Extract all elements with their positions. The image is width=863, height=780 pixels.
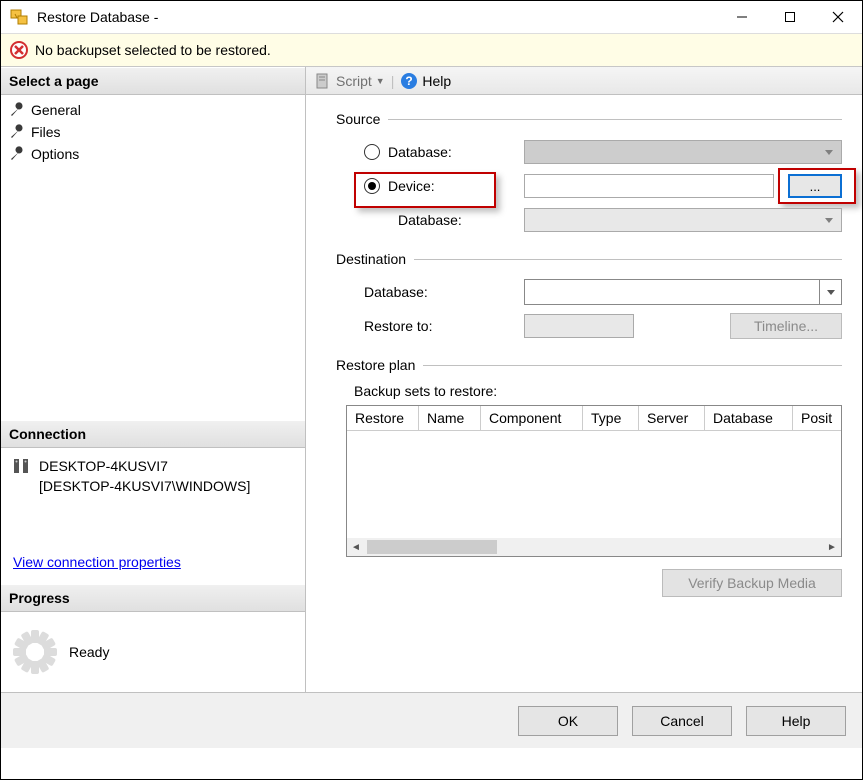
scroll-left-icon[interactable]: ◄ xyxy=(347,538,365,556)
destination-database-dropdown[interactable] xyxy=(524,279,842,305)
wrench-icon xyxy=(9,102,25,118)
page-list: General Files Options xyxy=(1,95,305,169)
script-label: Script xyxy=(336,73,372,89)
maximize-button[interactable] xyxy=(766,1,814,34)
wrench-icon xyxy=(9,146,25,162)
warning-text: No backupset selected to be restored. xyxy=(35,42,271,58)
svg-text:?: ? xyxy=(406,74,413,88)
server-icon xyxy=(11,456,31,476)
highlight-box xyxy=(354,172,496,208)
wrench-icon xyxy=(9,124,25,140)
help-button[interactable]: Help xyxy=(746,706,846,736)
grid-header-row: Restore Name Component Type Server Datab… xyxy=(347,406,841,431)
close-button[interactable] xyxy=(814,1,862,34)
restore-plan-group-label: Restore plan xyxy=(336,357,415,373)
script-icon xyxy=(314,72,332,90)
page-label: Files xyxy=(31,124,61,140)
page-label: General xyxy=(31,102,81,118)
divider xyxy=(414,259,842,260)
column-header[interactable]: Server xyxy=(639,406,705,431)
source-database-label: Database: xyxy=(388,144,452,160)
divider xyxy=(423,365,842,366)
destination-group-label: Destination xyxy=(336,251,406,267)
help-icon: ? xyxy=(400,72,418,90)
chevron-down-icon: ▼ xyxy=(376,76,385,86)
spinner-icon xyxy=(13,630,57,674)
grid-body xyxy=(347,431,841,538)
divider xyxy=(388,119,842,120)
view-connection-properties-link[interactable]: View connection properties xyxy=(13,554,181,570)
window-controls xyxy=(718,1,862,34)
backup-sets-grid[interactable]: Restore Name Component Type Server Datab… xyxy=(346,405,842,557)
dialog-button-bar: OK Cancel Help xyxy=(1,692,862,748)
source-database-dropdown xyxy=(524,140,842,164)
sidebar: Select a page General Files Options Conn… xyxy=(1,67,306,692)
progress-header: Progress xyxy=(1,584,305,612)
page-item-general[interactable]: General xyxy=(7,99,299,121)
scroll-thumb[interactable] xyxy=(367,540,497,554)
source-device-textbox[interactable] xyxy=(524,174,774,198)
connection-info: DESKTOP-4KUSVI7 [DESKTOP-4KUSVI7\WINDOWS… xyxy=(1,448,305,544)
page-item-options[interactable]: Options xyxy=(7,143,299,165)
progress-state: Ready xyxy=(69,644,109,660)
connection-header: Connection xyxy=(1,420,305,448)
timeline-button: Timeline... xyxy=(730,313,842,339)
content-area: Script ▼ | ? Help Source Database: xyxy=(306,67,862,692)
source-database-radio[interactable] xyxy=(364,144,380,160)
source-group-label: Source xyxy=(336,111,380,127)
highlight-box xyxy=(778,168,856,204)
page-label: Options xyxy=(31,146,79,162)
cancel-button[interactable]: Cancel xyxy=(632,706,732,736)
column-header[interactable]: Name xyxy=(419,406,481,431)
app-icon xyxy=(9,7,29,27)
window-title: Restore Database - xyxy=(37,9,718,25)
page-item-files[interactable]: Files xyxy=(7,121,299,143)
source-sub-database-dropdown[interactable] xyxy=(524,208,842,232)
minimize-button[interactable] xyxy=(718,1,766,34)
title-bar: Restore Database - xyxy=(1,1,862,34)
connection-server: DESKTOP-4KUSVI7 xyxy=(39,456,250,476)
column-header[interactable]: Posit xyxy=(793,406,841,431)
help-label: Help xyxy=(422,73,451,89)
backup-sets-label: Backup sets to restore: xyxy=(354,383,842,399)
destination-database-label: Database: xyxy=(364,284,428,300)
column-header[interactable]: Component xyxy=(481,406,583,431)
ok-button[interactable]: OK xyxy=(518,706,618,736)
column-header[interactable]: Restore xyxy=(347,406,419,431)
script-dropdown[interactable]: Script ▼ xyxy=(314,72,385,90)
source-sub-database-label: Database: xyxy=(398,212,462,228)
progress-panel: Ready xyxy=(1,612,305,692)
content-toolbar: Script ▼ | ? Help xyxy=(306,67,862,95)
column-header[interactable]: Database xyxy=(705,406,793,431)
horizontal-scrollbar[interactable]: ◄ ► xyxy=(347,538,841,556)
chevron-down-icon[interactable] xyxy=(819,280,841,304)
column-header[interactable]: Type xyxy=(583,406,639,431)
select-page-header: Select a page xyxy=(1,67,305,95)
error-icon xyxy=(9,40,29,60)
help-toolbar-button[interactable]: ? Help xyxy=(400,72,451,90)
warning-bar: No backupset selected to be restored. xyxy=(1,34,862,67)
verify-backup-media-button: Verify Backup Media xyxy=(662,569,842,597)
restore-to-textbox xyxy=(524,314,634,338)
restore-to-label: Restore to: xyxy=(364,318,432,334)
connection-user: [DESKTOP-4KUSVI7\WINDOWS] xyxy=(39,476,250,496)
scroll-right-icon[interactable]: ► xyxy=(823,538,841,556)
